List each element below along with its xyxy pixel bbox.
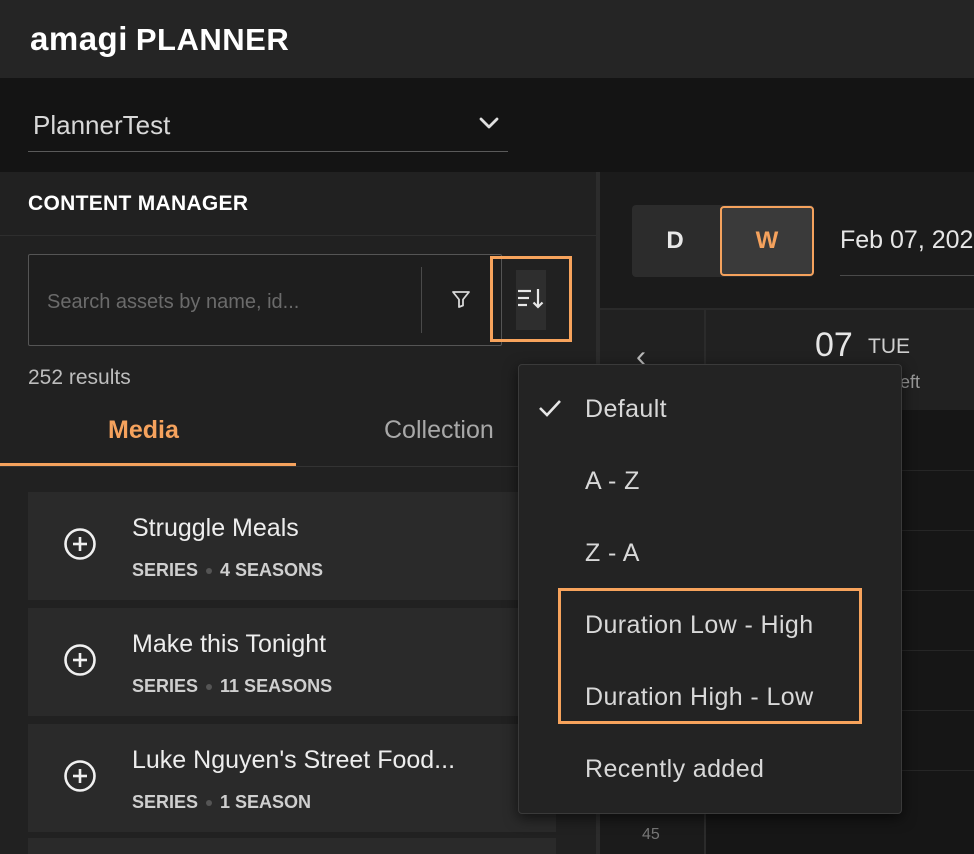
active-tab-indicator — [0, 463, 296, 466]
separator-dot — [206, 683, 213, 690]
chevron-down-icon — [476, 110, 502, 141]
sort-option-label: Recently added — [585, 754, 765, 783]
filter-button[interactable] — [441, 281, 481, 321]
sort-button-highlight — [490, 256, 572, 342]
asset-meta: SERIES 1 SEASON — [132, 792, 311, 813]
day-subtext: eft — [900, 372, 921, 392]
view-week-button[interactable]: W — [720, 206, 814, 276]
filter-icon — [450, 288, 472, 315]
separator-dot — [206, 799, 213, 806]
add-circle-icon[interactable] — [62, 642, 98, 678]
search-input[interactable] — [47, 287, 417, 317]
product-name: PLANNER — [135, 22, 290, 57]
asset-seasons: 4 SEASONS — [220, 560, 324, 580]
asset-meta: SERIES 4 SEASONS — [132, 560, 323, 581]
asset-type: SERIES — [132, 676, 199, 696]
asset-type: SERIES — [132, 792, 199, 812]
asset-name: Make this Tonight — [132, 630, 327, 658]
channel-select[interactable]: PlannerTest — [28, 100, 508, 152]
date-picker[interactable]: Feb 07, 2023 — [840, 206, 974, 276]
search-box — [28, 254, 502, 346]
sort-option-a-z[interactable]: A - Z — [519, 445, 903, 517]
sort-option-z-a[interactable]: Z - A — [519, 517, 903, 589]
asset-seasons: 11 SEASONS — [220, 676, 333, 696]
day-name: TUE — [868, 335, 910, 358]
list-item[interactable]: Make this Tonight SERIES 11 SEASONS — [28, 608, 556, 716]
results-count: 252 results — [28, 366, 131, 389]
list-item[interactable]: Luke Nguyen's Street Food... SERIES 1 SE… — [28, 724, 556, 832]
asset-seasons: 1 SEASON — [220, 792, 312, 812]
day-number: 07 — [815, 326, 853, 364]
top-bar: amagi PLANNER — [0, 0, 974, 78]
add-circle-icon[interactable] — [62, 758, 98, 794]
check-icon — [537, 397, 563, 419]
logo-text: amagi — [30, 20, 128, 57]
sort-option-recently-added[interactable]: Recently added — [519, 733, 903, 805]
time-label: 45 — [642, 826, 660, 843]
add-circle-icon[interactable] — [62, 526, 98, 562]
list-item[interactable]: Struggle Meals SERIES 4 SEASONS — [28, 492, 556, 600]
tabs-divider — [0, 466, 596, 467]
duration-options-highlight — [558, 588, 862, 724]
content-manager-title: CONTENT MANAGER — [28, 192, 249, 215]
view-day-button[interactable]: D — [632, 205, 718, 277]
sort-option-label: A - Z — [585, 466, 640, 495]
brand-logo[interactable]: amagi PLANNER — [30, 20, 289, 58]
asset-name: Luke Nguyen's Street Food... — [132, 746, 456, 774]
sort-option-label: Z - A — [585, 538, 640, 567]
asset-type: SERIES — [132, 560, 199, 580]
channel-select-value: PlannerTest — [33, 110, 171, 140]
separator-dot — [206, 567, 213, 574]
asset-meta: SERIES 11 SEASONS — [132, 676, 332, 697]
list-item[interactable] — [28, 838, 556, 854]
title-divider — [0, 235, 596, 236]
tab-collection[interactable]: Collection — [384, 416, 494, 445]
asset-name: Struggle Meals — [132, 514, 299, 542]
tab-media[interactable]: Media — [108, 416, 179, 445]
search-divider — [421, 267, 422, 333]
sort-option-default[interactable]: Default — [519, 373, 903, 445]
sort-option-label: Default — [585, 394, 668, 423]
